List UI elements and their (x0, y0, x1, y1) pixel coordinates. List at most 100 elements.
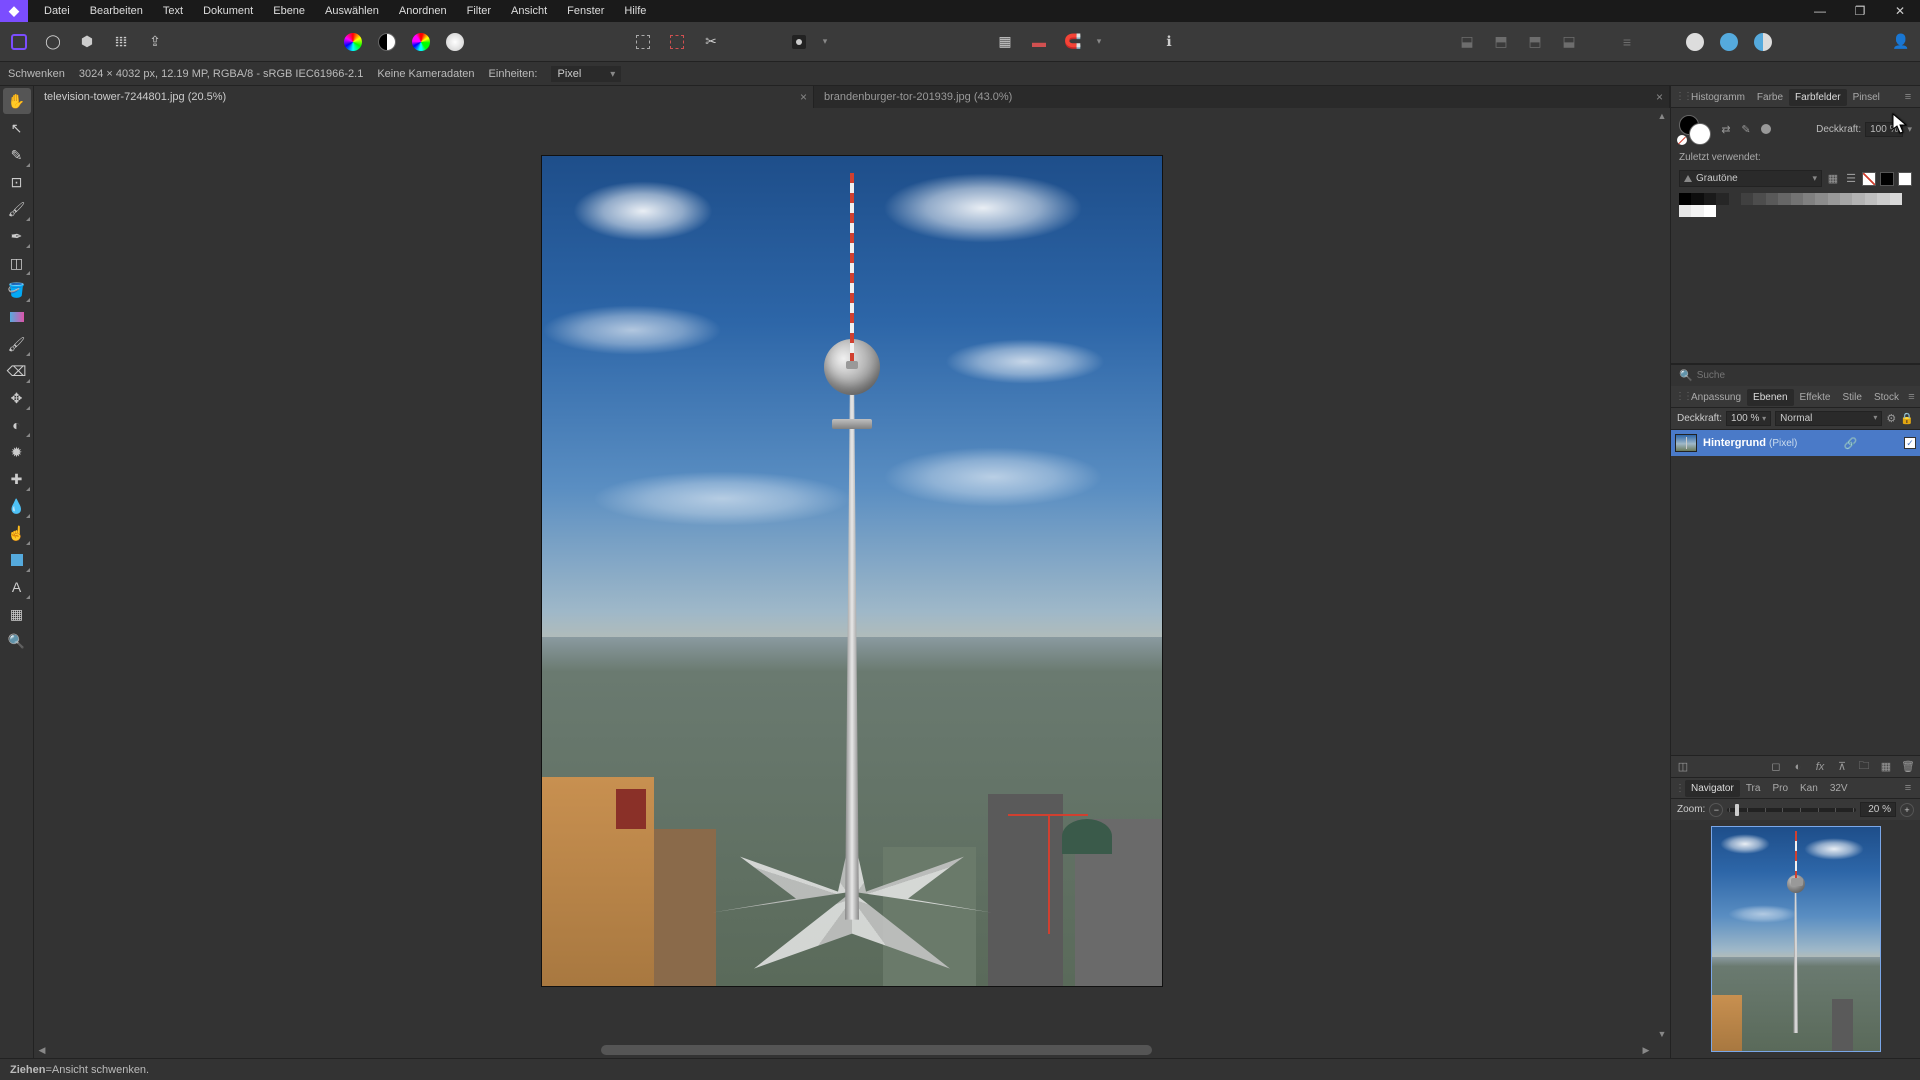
crop-layer-icon[interactable]: ⊼ (1834, 760, 1850, 773)
palette-select[interactable]: Grautöne ▾ (1679, 170, 1822, 187)
persona-photo-icon[interactable] (4, 27, 34, 57)
maximize-button[interactable]: ❐ (1840, 0, 1880, 22)
swatch[interactable] (1791, 193, 1803, 205)
arrange-backward-icon[interactable]: ⬒ (1486, 27, 1516, 57)
document-tab[interactable]: television-tower-7244801.jpg (20.5%)× (34, 86, 814, 108)
mesh-tool-icon[interactable]: ▦ (3, 601, 31, 627)
hand-tool-icon[interactable]: ✋ (3, 88, 31, 114)
swatch[interactable] (1766, 193, 1778, 205)
panel-tab-stock[interactable]: Stock (1868, 389, 1905, 406)
menu-filter[interactable]: Filter (457, 0, 501, 22)
color-picker-bw-icon[interactable] (372, 27, 402, 57)
inpaint-tool-icon[interactable]: ✹ (3, 439, 31, 465)
color-picker-soft-icon[interactable] (440, 27, 470, 57)
assistant-icon[interactable]: ℹ (1154, 27, 1184, 57)
menu-anordnen[interactable]: Anordnen (389, 0, 457, 22)
selection-crop-icon[interactable]: ✂ (696, 27, 726, 57)
opacity-value[interactable]: 100 % (1865, 122, 1903, 137)
swatch[interactable] (1852, 193, 1864, 205)
panel-tab-navigator[interactable]: Navigator (1685, 780, 1740, 797)
text-tool-icon[interactable]: A (3, 574, 31, 600)
swatch[interactable] (1753, 193, 1765, 205)
zoom-slider[interactable] (1727, 808, 1856, 812)
arrange-back-icon[interactable]: ⬓ (1452, 27, 1482, 57)
quickmask-dropdown-icon[interactable]: ▾ (818, 27, 832, 57)
opacity-dropdown-icon[interactable]: ▾ (1907, 124, 1912, 135)
layer-opacity-value[interactable]: 100 % ▾ (1726, 411, 1771, 426)
gradient-tool-icon[interactable] (3, 304, 31, 330)
move-tool-icon[interactable]: ↖ (3, 115, 31, 141)
swatch[interactable] (1704, 193, 1716, 205)
color-picker-rgb-icon[interactable] (338, 27, 368, 57)
snap-icon[interactable]: 🧲 (1058, 27, 1088, 57)
menu-datei[interactable]: Datei (34, 0, 80, 22)
menu-auswählen[interactable]: Auswählen (315, 0, 389, 22)
panel-grip-icon[interactable]: ⋮⋮ (1675, 783, 1683, 794)
swatch[interactable] (1890, 193, 1902, 205)
add-pixel-layer-icon[interactable]: ▦ (1878, 760, 1894, 773)
resource-circle3-icon[interactable] (1748, 27, 1778, 57)
swatch[interactable] (1877, 193, 1889, 205)
minimize-button[interactable]: — (1800, 0, 1840, 22)
panel-grip-icon[interactable]: ⋮⋮ (1675, 391, 1683, 402)
swatch[interactable] (1803, 193, 1815, 205)
account-icon[interactable]: 👤 (1886, 27, 1916, 57)
navigator-preview[interactable] (1671, 820, 1920, 1058)
pen-tool-icon[interactable]: ✒ (3, 223, 31, 249)
layer-filter-icon[interactable]: ◫ (1675, 760, 1691, 773)
palette-white-swatch[interactable] (1898, 172, 1912, 186)
panel-options-icon[interactable]: ≡ (1907, 391, 1916, 403)
layer-settings-icon[interactable]: ⚙ (1886, 412, 1896, 425)
swap-colors-icon[interactable]: ⇄ (1719, 122, 1733, 136)
swatch[interactable] (1704, 205, 1716, 217)
swatch[interactable] (1716, 193, 1728, 205)
zoom-out-button[interactable]: − (1709, 803, 1723, 817)
healing-tool-icon[interactable]: ✚ (3, 466, 31, 492)
swatch[interactable] (1828, 193, 1840, 205)
layer-row[interactable]: Hintergrund (Pixel) 🔗 ✓ (1671, 430, 1920, 456)
persona-tone-icon[interactable]: 𝍖 (106, 27, 136, 57)
persona-export-icon[interactable]: ⇪ (140, 27, 170, 57)
canvas[interactable]: ▲ ▼ ◀ ▶ (34, 108, 1670, 1058)
palette-none-swatch[interactable] (1862, 172, 1876, 186)
menu-ebene[interactable]: Ebene (263, 0, 315, 22)
panel-tab-effekte[interactable]: Effekte (1794, 389, 1837, 406)
panel-grip-icon[interactable]: ⋮⋮ (1675, 91, 1683, 102)
crop-tool-icon[interactable]: ⊡ (3, 169, 31, 195)
shape-tool-icon[interactable] (3, 547, 31, 573)
panel-tab-tra[interactable]: Tra (1740, 780, 1767, 797)
smudge-tool-icon[interactable]: ☝ (3, 520, 31, 546)
swatch[interactable] (1729, 193, 1741, 205)
search-input[interactable] (1697, 370, 1912, 381)
blur-tool-icon[interactable]: 💧 (3, 493, 31, 519)
document-tab[interactable]: brandenburger-tor-201939.jpg (43.0%)× (814, 86, 1670, 108)
panel-tab-pro[interactable]: Pro (1766, 780, 1794, 797)
persona-liquify-icon[interactable]: ◯ (38, 27, 68, 57)
panel-tab-32v[interactable]: 32V (1824, 780, 1854, 797)
zoom-in-button[interactable]: + (1900, 803, 1914, 817)
layer-link-icon[interactable]: 🔗 (1844, 437, 1858, 450)
panel-tab-farbfelder[interactable]: Farbfelder (1789, 89, 1847, 106)
grid-icon[interactable]: ▦ (990, 27, 1020, 57)
panel-tab-farbe[interactable]: Farbe (1751, 89, 1789, 106)
layer-lock-icon[interactable]: 🔒 (1900, 412, 1914, 425)
group-icon[interactable]: 🗀 (1856, 757, 1872, 776)
panel-tab-histogramm[interactable]: Histogramm (1685, 89, 1751, 106)
resource-circle1-icon[interactable] (1680, 27, 1710, 57)
panel-tab-anpassung[interactable]: Anpassung (1685, 389, 1747, 406)
menu-hilfe[interactable]: Hilfe (614, 0, 656, 22)
swatch[interactable] (1691, 193, 1703, 205)
fx-icon[interactable]: fx (1812, 761, 1828, 773)
close-button[interactable]: ✕ (1880, 0, 1920, 22)
align-icon[interactable]: ≡ (1612, 27, 1642, 57)
none-color-icon[interactable] (1759, 122, 1773, 136)
close-tab-icon[interactable]: × (800, 90, 807, 104)
menu-ansicht[interactable]: Ansicht (501, 0, 557, 22)
selection-brush-tool-icon[interactable]: 🖌 (3, 196, 31, 222)
menu-dokument[interactable]: Dokument (193, 0, 263, 22)
horizontal-scrollbar[interactable]: ◀ ▶ (34, 1042, 1654, 1058)
flood-tool-icon[interactable]: 🪣 (3, 277, 31, 303)
swatch[interactable] (1840, 193, 1852, 205)
panel-tab-pinsel[interactable]: Pinsel (1847, 89, 1886, 106)
color-picker-tool-icon[interactable]: ✎ (3, 142, 31, 168)
